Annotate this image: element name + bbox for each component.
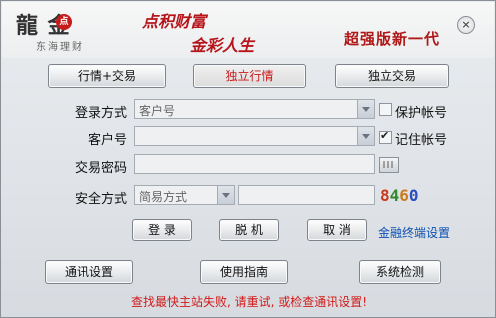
password-field[interactable] (134, 154, 375, 174)
login-mode-select[interactable]: 客户号 (134, 99, 375, 119)
login-window: 龍 金 点 东海理财 点积财富 金彩人生 超强版新一代 × 行情+交易 独立行情… (0, 0, 496, 318)
account-label: 客户号 (87, 133, 127, 148)
captcha-digit: 0 (408, 186, 419, 205)
cancel-button[interactable]: 取 消 (307, 219, 367, 241)
tab-quote-only[interactable]: 独立行情 (193, 64, 306, 88)
user-guide-button[interactable]: 使用指南 (200, 260, 288, 284)
password-label: 交易密码 (74, 161, 127, 176)
protect-account-label: 保护帐号 (395, 106, 448, 121)
remember-account-checkbox[interactable] (379, 129, 392, 144)
logo-subtitle: 东海理财 (36, 42, 84, 53)
captcha-image[interactable]: 8460 (380, 186, 419, 206)
account-select[interactable] (134, 126, 375, 146)
terminal-settings-link[interactable]: 金融终端设置 (378, 224, 450, 241)
login-mode-label: 登录方式 (74, 106, 127, 121)
comm-settings-button[interactable]: 通讯设置 (45, 260, 133, 284)
slogan-line1: 点积财富 (142, 12, 207, 31)
security-mode-label: 安全方式 (74, 192, 127, 207)
system-check-button[interactable]: 系统检测 (359, 260, 441, 284)
remember-account-label: 记住帐号 (395, 133, 448, 148)
chevron-down-icon[interactable] (217, 186, 234, 204)
security-mode-value: 简易方式 (139, 190, 188, 204)
status-message: 查找最快主站失败, 请重试, 或检查通讯设置! (130, 295, 368, 309)
chevron-down-icon[interactable] (357, 127, 374, 145)
logo-badge: 点 (56, 14, 72, 30)
tab-quote-and-trade[interactable]: 行情+交易 (48, 64, 166, 88)
captcha-digit: 8 (380, 186, 390, 205)
keyboard-icon[interactable] (379, 157, 399, 173)
header-banner: 龍 金 点 东海理财 点积财富 金彩人生 超强版新一代 × (2, 2, 494, 58)
tab-trade-only[interactable]: 独立交易 (335, 64, 449, 88)
captcha-digit: 6 (399, 186, 409, 205)
captcha-digit: 4 (389, 186, 400, 205)
slogan: 点积财富 金彩人生 (142, 8, 292, 56)
login-button[interactable]: 登 录 (132, 219, 192, 241)
protect-account-checkbox[interactable] (379, 103, 392, 116)
verification-code-field[interactable] (238, 185, 375, 205)
slogan-line2: 金彩人生 (190, 36, 255, 55)
close-icon[interactable]: × (457, 16, 475, 34)
login-mode-value: 客户号 (139, 104, 176, 118)
security-mode-select[interactable]: 简易方式 (134, 185, 235, 205)
edition-label: 超强版新一代 (344, 30, 441, 48)
brand-logo: 龍 金 点 东海理财 (16, 8, 126, 54)
offline-button[interactable]: 脱 机 (219, 219, 279, 241)
chevron-down-icon[interactable] (357, 100, 374, 118)
